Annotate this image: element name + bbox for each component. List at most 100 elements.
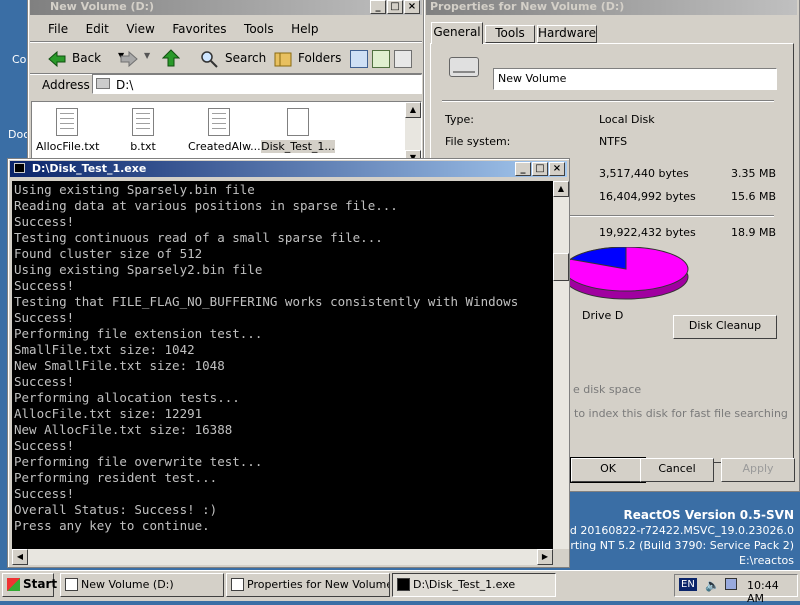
minimize-button[interactable]: _: [515, 162, 531, 176]
clock[interactable]: 10:44 AM: [747, 579, 797, 605]
volume-name-input[interactable]: New Volume: [493, 68, 777, 90]
console-output[interactable]: Using existing Sparsely.bin file Reading …: [12, 181, 553, 549]
version-line: ReactOS Version 0.5-SVN: [623, 508, 794, 522]
scroll-up-button[interactable]: ▲: [553, 181, 569, 197]
menu-tools[interactable]: Tools: [244, 22, 274, 36]
file-name: b.txt: [130, 140, 156, 153]
explorer-titlebar[interactable]: New Volume (D:) _ □ ×: [30, 0, 422, 15]
console-line: Testing that FILE_FLAG_NO_BUFFERING work…: [14, 294, 519, 309]
exe-file-icon: [287, 108, 309, 136]
search-label: Search: [225, 51, 267, 65]
menu-favorites[interactable]: Favorites: [172, 22, 226, 36]
console-line: Performing allocation tests...: [14, 390, 240, 405]
free-mb: 15.6 MB: [731, 190, 777, 203]
file-name: AllocFile.txt: [36, 140, 100, 153]
move-to-icon[interactable]: [350, 50, 368, 68]
cancel-label: Cancel: [658, 462, 696, 475]
minimize-button[interactable]: _: [370, 0, 386, 14]
forward-dropdown-icon[interactable]: ▼: [144, 51, 150, 60]
desktop-icon-label-computer[interactable]: Co: [12, 53, 26, 66]
console-line: Found cluster size of 512: [14, 246, 203, 261]
console-titlebar[interactable]: D:\Disk_Test_1.exe _ □ ×: [10, 161, 567, 177]
forward-arrow-icon[interactable]: [120, 50, 138, 68]
scroll-right-button[interactable]: ▶: [537, 549, 553, 565]
text-file-icon: [56, 108, 78, 136]
filesystem-label: File system:: [445, 135, 511, 148]
disk-cleanup-button[interactable]: Disk Cleanup: [673, 315, 777, 339]
folder-window-icon: [65, 578, 78, 591]
tab-tools[interactable]: Tools: [485, 25, 535, 43]
console-line: Success!: [14, 310, 75, 325]
compress-checkbox-text[interactable]: e disk space: [573, 383, 641, 396]
back-button[interactable]: Back ▼: [48, 47, 128, 71]
ok-label: OK: [600, 462, 616, 475]
start-label: Start: [23, 577, 58, 591]
capacity-mb: 18.9 MB: [731, 226, 777, 239]
menu-help[interactable]: Help: [291, 22, 318, 36]
close-button[interactable]: ×: [549, 162, 565, 176]
menu-view[interactable]: View: [126, 22, 154, 36]
task-label: New Volume (D:): [81, 578, 174, 591]
console-line: Overall Status: Success! :): [14, 502, 218, 517]
file-list-scrollbar[interactable]: ▲ ▼: [405, 102, 421, 166]
type-value: Local Disk: [599, 113, 655, 126]
maximize-button[interactable]: □: [387, 0, 403, 14]
scroll-left-button[interactable]: ◀: [12, 549, 28, 565]
tab-hardware-label: Hardware: [538, 26, 596, 40]
tab-general[interactable]: General: [431, 22, 483, 44]
console-line: SmallFile.txt size: 1042: [14, 342, 195, 357]
file-item[interactable]: CreatedAlw...: [188, 108, 261, 153]
explorer-menubar: File Edit View Favorites Tools Help: [48, 22, 332, 36]
scroll-up-button[interactable]: ▲: [405, 102, 421, 118]
console-title: D:\Disk_Test_1.exe: [31, 162, 147, 175]
apply-button[interactable]: Apply: [721, 458, 795, 482]
scroll-thumb[interactable]: [553, 253, 569, 281]
start-button[interactable]: Start: [2, 573, 58, 597]
folders-button[interactable]: Folders: [272, 47, 344, 71]
console-line: Success!: [14, 278, 75, 293]
console-hscrollbar[interactable]: ◀ ▶: [12, 549, 553, 565]
delete-icon[interactable]: [394, 50, 412, 68]
task-label: Properties for New Volume...: [247, 578, 390, 591]
console-line: Using existing Sparsely.bin file: [14, 182, 255, 197]
cancel-button[interactable]: Cancel: [640, 458, 714, 482]
volume-icon[interactable]: 🔈: [705, 578, 720, 592]
path-line: E:\reactos: [739, 554, 794, 567]
start-logo-icon: [7, 578, 20, 591]
file-item[interactable]: b.txt: [112, 108, 174, 153]
drive-label: Drive D: [582, 309, 624, 322]
build-line: Build 20160822-r72422.MSVC_19.0.23026.0: [549, 524, 794, 537]
copy-to-icon[interactable]: [372, 50, 390, 68]
tab-hardware[interactable]: Hardware: [537, 25, 597, 43]
file-item[interactable]: Disk_Test_1...: [260, 108, 336, 153]
console-line: Success!: [14, 374, 75, 389]
task-console[interactable]: D:\Disk_Test_1.exe: [392, 573, 556, 597]
up-folder-icon[interactable]: [162, 49, 180, 67]
disk-cleanup-label: Disk Cleanup: [688, 319, 762, 332]
maximize-button[interactable]: □: [532, 162, 548, 176]
disk-usage-pie: [569, 247, 689, 300]
console-line: Press any key to continue.: [14, 518, 210, 533]
drive-led: [453, 71, 475, 73]
file-name: Disk_Test_1...: [261, 140, 335, 153]
capacity-bytes: 19,922,432 bytes: [599, 226, 696, 239]
close-button[interactable]: ×: [404, 0, 420, 14]
language-indicator[interactable]: EN: [679, 578, 697, 591]
properties-title: Properties for New Volume (D:): [430, 0, 625, 13]
address-bar[interactable]: D:\: [92, 74, 422, 94]
task-explorer[interactable]: New Volume (D:): [60, 573, 224, 597]
task-properties[interactable]: Properties for New Volume...: [226, 573, 390, 597]
file-item[interactable]: AllocFile.txt: [36, 108, 100, 153]
properties-titlebar[interactable]: Properties for New Volume (D:): [426, 0, 797, 15]
drive-large-icon: [449, 57, 479, 77]
search-button[interactable]: Search: [198, 47, 266, 71]
network-icon[interactable]: [725, 578, 737, 590]
menu-file[interactable]: File: [48, 22, 68, 36]
index-checkbox-text[interactable]: to index this disk for fast file searchi…: [574, 407, 788, 420]
console-line: Testing continuous read of a small spars…: [14, 230, 383, 245]
console-vscrollbar[interactable]: ▲: [553, 181, 569, 549]
menu-separator: [30, 41, 422, 43]
ok-button[interactable]: OK: [570, 457, 646, 483]
menu-edit[interactable]: Edit: [86, 22, 109, 36]
separator: [564, 215, 774, 217]
